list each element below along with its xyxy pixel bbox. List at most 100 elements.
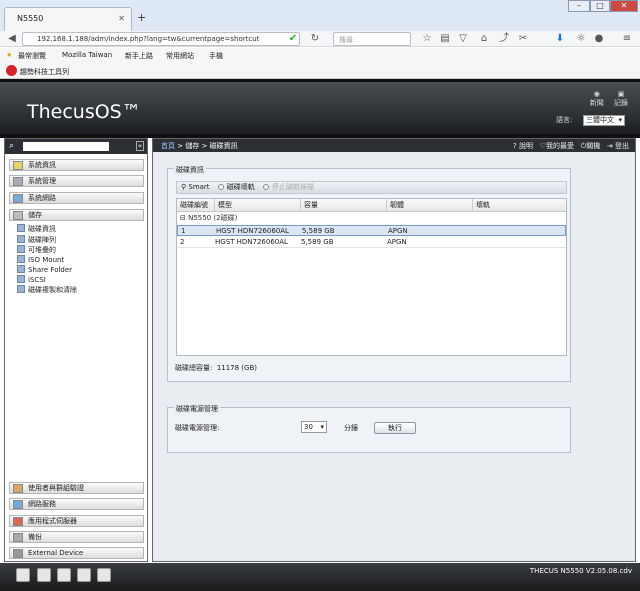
share-icon[interactable]: ⤴ bbox=[497, 32, 511, 46]
sidebar-item-raid[interactable]: 磁碟陣列 bbox=[17, 235, 56, 245]
shutdown-button[interactable]: ⏻關機 bbox=[581, 142, 601, 150]
home-icon[interactable]: ⌂ bbox=[477, 32, 491, 46]
power-select[interactable]: 30 ▾ bbox=[301, 421, 327, 433]
close-tab-icon[interactable]: ✕ bbox=[118, 14, 125, 23]
language-label: 語言: bbox=[556, 116, 573, 124]
sidebar-section-sysadmin[interactable]: 系統管理 bbox=[9, 175, 144, 187]
bookmark-item[interactable]: Mozilla Taiwan bbox=[62, 51, 112, 59]
column-header[interactable]: 磁碟編號 bbox=[177, 199, 215, 212]
new-tab-button[interactable]: + bbox=[137, 11, 146, 24]
group-row[interactable]: ⊟ N5550 (2磁碟) bbox=[177, 212, 566, 225]
app-icon bbox=[13, 517, 23, 526]
verified-icon: ✔ bbox=[288, 33, 298, 44]
pocket-icon[interactable]: ▽ bbox=[456, 32, 470, 46]
table-row[interactable]: 2 HGST HDN726060AL 5,589 GB APGN bbox=[177, 237, 566, 248]
rss-icon: ◉ bbox=[593, 90, 600, 98]
tab-title: N5550 bbox=[17, 14, 44, 23]
breadcrumb-storage[interactable]: 儲存 bbox=[185, 142, 199, 150]
breadcrumb: 首頁 > 儲存 > 磁碟資訊 bbox=[161, 142, 238, 150]
storage-icon bbox=[13, 211, 23, 220]
sidebar-search-input[interactable] bbox=[23, 142, 109, 151]
language-select[interactable]: 三體中文 ▾ bbox=[583, 115, 625, 126]
bookmark-item[interactable]: 常用網站 bbox=[166, 51, 194, 61]
disk-icon[interactable] bbox=[37, 568, 51, 582]
help-icon: ? bbox=[513, 142, 517, 150]
browser-tab[interactable]: N5550 ✕ bbox=[4, 7, 132, 31]
addon-toolbar: 趨勢科技工具列 bbox=[0, 63, 640, 79]
section-label: 系統管理 bbox=[28, 177, 56, 185]
network-status-icon[interactable] bbox=[97, 568, 111, 582]
column-header[interactable]: 模型 bbox=[215, 199, 301, 212]
column-header[interactable]: 容量 bbox=[301, 199, 387, 212]
chat-icon[interactable]: ● bbox=[592, 32, 606, 46]
news-button[interactable]: ◉ 新聞 bbox=[590, 90, 604, 108]
sidebar-item-stackable[interactable]: 可堆疊的 bbox=[17, 245, 56, 255]
close-window-button[interactable]: ✕ bbox=[610, 0, 638, 12]
sidebar-section-appserver[interactable]: 應用程式伺服器 bbox=[9, 515, 144, 527]
table-row[interactable]: 1 HGST HDN726060AL 5,589 GB APGN bbox=[177, 225, 566, 236]
sidebar-item-iso-mount[interactable]: ISO Mount bbox=[17, 255, 64, 264]
section-label: 備份 bbox=[28, 533, 42, 541]
cell-capacity: 5,589 GB bbox=[302, 227, 335, 235]
menu-icon[interactable]: ≡ bbox=[620, 32, 634, 46]
sidebar-section-network[interactable]: 系統網路 bbox=[9, 192, 144, 204]
logout-button[interactable]: ⇥ 登出 bbox=[607, 142, 629, 150]
main-content: 首頁 > 儲存 > 磁碟資訊 ? 說明 ♡我的最愛 ⏻關機 ⇥ 登出 磁碟資訊 … bbox=[152, 138, 636, 562]
download-icon[interactable]: ⬇ bbox=[553, 32, 567, 46]
item-label: 磁碟資訊 bbox=[28, 225, 56, 233]
smart-icon: ⚲ bbox=[181, 183, 187, 191]
section-label: 使用者與群組驗證 bbox=[28, 484, 84, 492]
stop-scan-button[interactable]: 停止磁軌掃描 bbox=[263, 183, 314, 191]
addon-icon[interactable]: ☼ bbox=[574, 32, 588, 46]
sidebar-item-iscsi[interactable]: iSCSI bbox=[17, 275, 46, 284]
toolbar-label[interactable]: 趨勢科技工具列 bbox=[20, 67, 69, 77]
column-header[interactable]: 壞軌 bbox=[473, 199, 566, 212]
browser-titlebar: N5550 ✕ + – □ ✕ bbox=[0, 0, 640, 31]
info-icon bbox=[13, 161, 23, 170]
notes-button[interactable]: ▣ 記錄 bbox=[614, 90, 628, 108]
news-label: 新聞 bbox=[589, 99, 604, 107]
collapse-icon[interactable]: « bbox=[135, 141, 144, 151]
execute-button[interactable]: 執行 bbox=[374, 422, 416, 434]
bookmark-item[interactable]: 最常瀏覽 bbox=[18, 51, 46, 61]
screenshot-icon[interactable]: ✂ bbox=[516, 32, 530, 46]
sidebar-item-disk-info[interactable]: 磁碟資訊 bbox=[17, 224, 56, 234]
help-button[interactable]: ? 說明 bbox=[513, 142, 533, 150]
bookmark-item[interactable]: 手機 bbox=[209, 51, 223, 61]
smart-button[interactable]: ⚲ Smart bbox=[181, 183, 210, 191]
cell-capacity: 5,589 GB bbox=[301, 238, 334, 246]
favorite-label: 我的最愛 bbox=[545, 142, 574, 150]
back-icon[interactable]: ◀ bbox=[5, 32, 19, 46]
sidebar-section-netservice[interactable]: 網路服務 bbox=[9, 498, 144, 510]
sidebar-item-share-folder[interactable]: Share Folder bbox=[17, 265, 72, 274]
reload-icon[interactable]: ↻ bbox=[308, 32, 322, 46]
scan-button[interactable]: 磁碟壞軌 bbox=[217, 183, 255, 191]
sidebar-section-external[interactable]: External Device bbox=[9, 547, 144, 559]
item-label: 磁碟複製和清除 bbox=[28, 286, 77, 294]
temperature-icon[interactable] bbox=[77, 568, 91, 582]
bookmark-item[interactable]: 新手上路 bbox=[125, 51, 153, 61]
reading-list-icon[interactable]: ▤ bbox=[438, 32, 452, 46]
maximize-button[interactable]: □ bbox=[590, 0, 610, 12]
url-bar[interactable]: 192.168.1.188/adm/index.php?lang=tw&curr… bbox=[22, 32, 300, 46]
sidebar-section-users[interactable]: 使用者與群組驗證 bbox=[9, 482, 144, 494]
column-header[interactable]: 韌體 bbox=[387, 199, 473, 212]
sidebar-item-disk-clone[interactable]: 磁碟複製和清除 bbox=[17, 285, 77, 295]
shutdown-label: 關機 bbox=[586, 142, 601, 150]
bookmark-star-icon[interactable]: ☆ bbox=[420, 32, 434, 46]
favorite-button[interactable]: ♡我的最愛 bbox=[540, 142, 574, 150]
sidebar-section-storage[interactable]: 儲存 bbox=[9, 209, 144, 221]
breadcrumb-home[interactable]: 首頁 bbox=[161, 142, 175, 150]
search-input[interactable]: 搜尋 bbox=[333, 32, 411, 46]
sidebar-section-backup[interactable]: 備份 bbox=[9, 531, 144, 543]
server-icon[interactable] bbox=[16, 568, 30, 582]
bookmarks-bar: ★ 最常瀏覽 Mozilla Taiwan 新手上路 常用網站 手機 bbox=[0, 48, 640, 63]
section-label: 應用程式伺服器 bbox=[28, 517, 77, 525]
app-header: ThecusOS™ ◉ 新聞 ▣ 記錄 語言: 三體中文 ▾ bbox=[0, 79, 640, 134]
minimize-button[interactable]: – bbox=[568, 0, 590, 12]
fan-icon[interactable] bbox=[57, 568, 71, 582]
iscsi-icon bbox=[17, 275, 25, 283]
sidebar-section-sysinfo[interactable]: 系統資訊 bbox=[9, 159, 144, 171]
section-label: 儲存 bbox=[28, 211, 42, 219]
cell-no: 2 bbox=[180, 238, 185, 246]
